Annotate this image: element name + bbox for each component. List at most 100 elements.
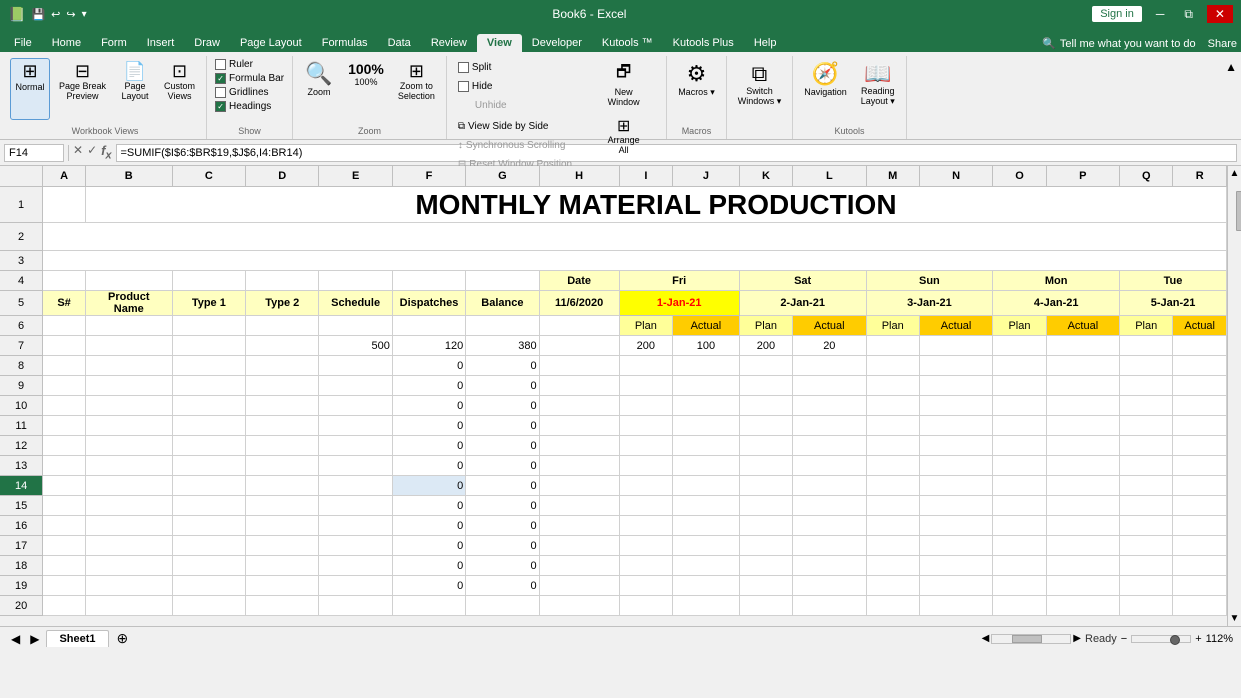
tab-data[interactable]: Data: [378, 34, 421, 52]
cell-K7[interactable]: 200: [739, 336, 792, 356]
signin-button[interactable]: Sign in: [1092, 6, 1142, 22]
cell-E7[interactable]: 500: [319, 336, 392, 356]
row-header-9[interactable]: 9: [0, 376, 43, 396]
cell-B5[interactable]: ProductName: [85, 291, 172, 316]
cell-Q5[interactable]: 5-Jan-21: [1120, 291, 1227, 316]
cell-I7[interactable]: 200: [619, 336, 672, 356]
row-header-12[interactable]: 12: [0, 436, 43, 456]
cell-C7[interactable]: [172, 336, 245, 356]
headings-checkbox[interactable]: ✓: [215, 101, 226, 112]
cell-N6[interactable]: Actual: [919, 316, 992, 336]
cell-row3[interactable]: [43, 251, 1227, 271]
tab-form[interactable]: Form: [91, 34, 137, 52]
tab-help[interactable]: Help: [744, 34, 787, 52]
row-header-13[interactable]: 13: [0, 456, 43, 476]
row-header-7[interactable]: 7: [0, 336, 43, 356]
cell-F18[interactable]: 0: [392, 556, 465, 576]
cell-E6[interactable]: [319, 316, 392, 336]
cell-D4[interactable]: [246, 271, 319, 291]
search-ribbon[interactable]: Tell me what you want to do: [1060, 38, 1196, 50]
zoom-in-btn[interactable]: +: [1195, 633, 1201, 645]
cell-I5[interactable]: 1-Jan-21: [619, 291, 739, 316]
btn-reading-layout[interactable]: 📖 ReadingLayout ▾: [856, 58, 900, 120]
row-header-15[interactable]: 15: [0, 496, 43, 516]
cell-G10[interactable]: 0: [466, 396, 539, 416]
tab-kutools-plus[interactable]: Kutools Plus: [663, 34, 744, 52]
ruler-check[interactable]: Ruler: [213, 58, 286, 71]
cell-Q7[interactable]: [1120, 336, 1173, 356]
split-check[interactable]: Split: [453, 58, 577, 76]
sheet-scroll-area[interactable]: A B C D E F G H I J K L M N O P Q: [0, 166, 1227, 626]
formula-input[interactable]: [116, 144, 1238, 162]
view-side-by-side-btn[interactable]: ⧉ View Side by Side: [453, 117, 577, 135]
cell-G18[interactable]: 0: [466, 556, 539, 576]
col-header-D[interactable]: D: [246, 166, 319, 187]
tab-page-layout[interactable]: Page Layout: [230, 34, 312, 52]
col-header-R[interactable]: R: [1173, 166, 1227, 187]
col-header-M[interactable]: M: [866, 166, 919, 187]
cell-J7[interactable]: 100: [673, 336, 740, 356]
row-header-5[interactable]: 5: [0, 291, 43, 316]
cell-Q4[interactable]: Tue: [1120, 271, 1227, 291]
sheet-tab-sheet1[interactable]: Sheet1: [46, 630, 108, 647]
tab-file[interactable]: File: [4, 34, 42, 52]
row-header-3[interactable]: 3: [0, 251, 43, 271]
cell-H7[interactable]: [539, 336, 619, 356]
btn-custom-views[interactable]: ⊡ CustomViews: [159, 58, 200, 120]
cell-Q6[interactable]: Plan: [1120, 316, 1173, 336]
hide-check[interactable]: Hide: [453, 77, 577, 95]
cell-M4[interactable]: Sun: [866, 271, 993, 291]
btn-new-window[interactable]: 🗗 NewWindow: [587, 58, 660, 111]
col-header-I[interactable]: I: [619, 166, 672, 187]
cell-F16[interactable]: 0: [392, 516, 465, 536]
col-header-J[interactable]: J: [673, 166, 740, 187]
cell-G12[interactable]: 0: [466, 436, 539, 456]
cell-A7[interactable]: [43, 336, 86, 356]
cell-O6[interactable]: Plan: [993, 316, 1046, 336]
cell-F11[interactable]: 0: [392, 416, 465, 436]
btn-normal[interactable]: ⊞ Normal: [10, 58, 50, 120]
formula-bar-check[interactable]: ✓ Formula Bar: [213, 72, 286, 85]
cell-G17[interactable]: 0: [466, 536, 539, 556]
cell-F14[interactable]: 0: [392, 476, 465, 496]
restore-icon[interactable]: ⧉: [1178, 5, 1199, 24]
col-header-P[interactable]: P: [1046, 166, 1119, 187]
cell-G9[interactable]: 0: [466, 376, 539, 396]
cell-M6[interactable]: Plan: [866, 316, 919, 336]
cell-M7[interactable]: [866, 336, 919, 356]
col-header-E[interactable]: E: [319, 166, 392, 187]
cell-B4[interactable]: [85, 271, 172, 291]
btn-zoom-selection[interactable]: ⊞ Zoom toSelection: [393, 58, 440, 120]
cell-K6[interactable]: Plan: [739, 316, 792, 336]
share-btn[interactable]: Share: [1208, 38, 1237, 50]
cell-F19[interactable]: 0: [392, 576, 465, 596]
cell-A1[interactable]: [43, 187, 86, 223]
cell-G15[interactable]: 0: [466, 496, 539, 516]
row-header-19[interactable]: 19: [0, 576, 43, 596]
col-header-L[interactable]: L: [793, 166, 866, 187]
gridlines-check[interactable]: Gridlines: [213, 86, 286, 99]
cell-L6[interactable]: Actual: [793, 316, 866, 336]
cell-G13[interactable]: 0: [466, 456, 539, 476]
col-header-C[interactable]: C: [172, 166, 245, 187]
cell-G16[interactable]: 0: [466, 516, 539, 536]
row-header-6[interactable]: 6: [0, 316, 43, 336]
cell-G7[interactable]: 380: [466, 336, 539, 356]
col-header-B[interactable]: B: [85, 166, 172, 187]
cell-D6[interactable]: [246, 316, 319, 336]
tab-view[interactable]: View: [477, 34, 522, 52]
tab-formulas[interactable]: Formulas: [312, 34, 378, 52]
formula-bar-checkbox[interactable]: ✓: [215, 73, 226, 84]
cell-I6[interactable]: Plan: [619, 316, 672, 336]
btn-page-layout[interactable]: 📄 PageLayout: [115, 58, 155, 120]
cell-row2[interactable]: [43, 223, 1227, 251]
cell-L7[interactable]: 20: [793, 336, 866, 356]
next-sheet-btn[interactable]: ▶: [27, 632, 42, 646]
insert-function-icon[interactable]: fx: [101, 143, 111, 162]
cell-O7[interactable]: [993, 336, 1046, 356]
row-header-10[interactable]: 10: [0, 396, 43, 416]
tab-home[interactable]: Home: [42, 34, 91, 52]
cell-C5[interactable]: Type 1: [172, 291, 245, 316]
row-header-11[interactable]: 11: [0, 416, 43, 436]
row-header-16[interactable]: 16: [0, 516, 43, 536]
